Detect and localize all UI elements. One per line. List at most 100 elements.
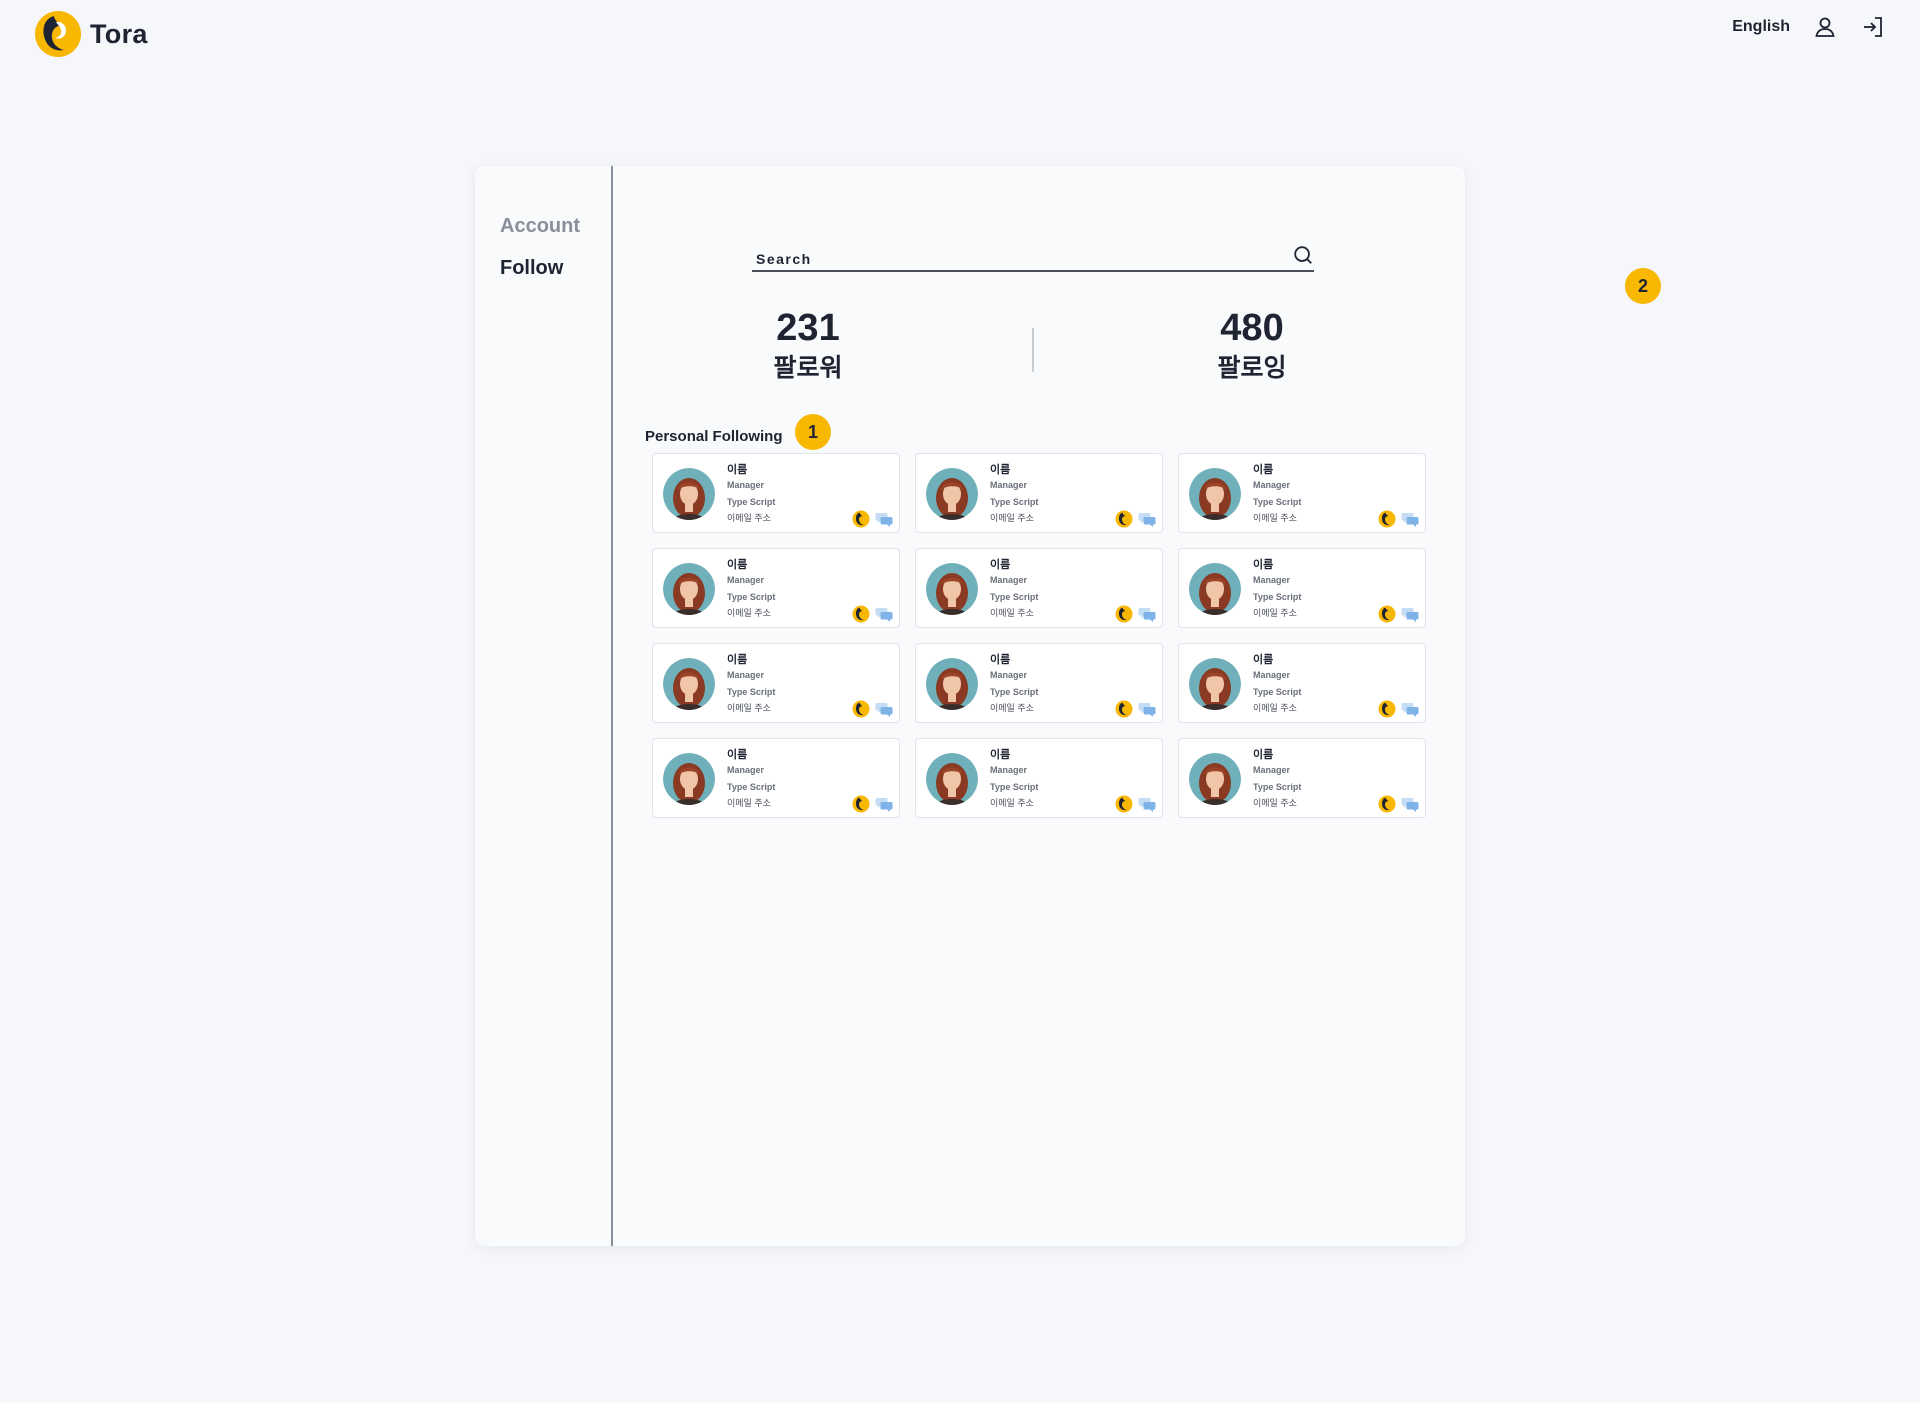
card-name: 이름 — [1253, 749, 1274, 761]
tora-profile-icon[interactable] — [1378, 605, 1396, 623]
card-email: 이메일 주소 — [1253, 703, 1297, 713]
tora-profile-icon[interactable] — [852, 795, 870, 813]
tora-profile-icon[interactable] — [1115, 700, 1133, 718]
chat-icon[interactable] — [875, 700, 893, 718]
annotation-badge-2: 2 — [1625, 268, 1661, 304]
avatar — [1189, 468, 1241, 520]
card-email: 이메일 주소 — [990, 703, 1034, 713]
tora-profile-icon[interactable] — [1115, 605, 1133, 623]
chat-icon[interactable] — [1401, 700, 1419, 718]
user-card[interactable]: 이름 Manager Type Script 이메일 주소 — [915, 738, 1163, 818]
user-card[interactable]: 이름 Manager Type Script 이메일 주소 — [1178, 453, 1426, 533]
sidebar-item-follow[interactable]: Follow — [500, 257, 563, 280]
card-info: 이름 Manager Type Script 이메일 주소 — [990, 558, 1038, 621]
card-name: 이름 — [1253, 559, 1274, 571]
login-icon[interactable] — [1860, 14, 1886, 40]
sidebar-item-account[interactable]: Account — [500, 215, 580, 238]
card-name: 이름 — [727, 559, 748, 571]
card-email: 이메일 주소 — [990, 798, 1034, 808]
following-stat[interactable]: 480 팔로잉 — [1152, 306, 1352, 384]
search-icon[interactable] — [1292, 244, 1314, 266]
user-card[interactable]: 이름 Manager Type Script 이메일 주소 — [1178, 548, 1426, 628]
tora-profile-icon[interactable] — [1378, 700, 1396, 718]
chat-icon[interactable] — [1401, 605, 1419, 623]
user-card[interactable]: 이름 Manager Type Script 이메일 주소 — [652, 548, 900, 628]
top-right-actions: English — [1732, 14, 1886, 40]
card-email: 이메일 주소 — [1253, 608, 1297, 618]
tora-profile-icon[interactable] — [1378, 510, 1396, 528]
card-actions — [852, 510, 893, 528]
card-actions — [852, 700, 893, 718]
chat-icon[interactable] — [1138, 605, 1156, 623]
user-card[interactable]: 이름 Manager Type Script 이메일 주소 — [652, 738, 900, 818]
search-input[interactable] — [752, 236, 1272, 270]
tora-profile-icon[interactable] — [852, 510, 870, 528]
avatar — [663, 468, 715, 520]
stats-divider — [1032, 328, 1034, 372]
card-name: 이름 — [1253, 654, 1274, 666]
card-skill: Type Script — [990, 782, 1039, 792]
tora-profile-icon[interactable] — [1115, 510, 1133, 528]
tora-profile-icon[interactable] — [1378, 795, 1396, 813]
card-skill: Type Script — [727, 592, 776, 602]
chat-icon[interactable] — [1138, 700, 1156, 718]
card-role: Manager — [990, 480, 1028, 490]
chat-icon[interactable] — [875, 605, 893, 623]
tora-profile-icon[interactable] — [1115, 795, 1133, 813]
chat-icon[interactable] — [875, 795, 893, 813]
card-actions — [1115, 700, 1156, 718]
tora-profile-icon[interactable] — [852, 605, 870, 623]
user-card[interactable]: 이름 Manager Type Script 이메일 주소 — [1178, 643, 1426, 723]
card-role: Manager — [727, 575, 765, 585]
card-name: 이름 — [727, 464, 748, 476]
card-info: 이름 Manager Type Script 이메일 주소 — [1253, 558, 1301, 621]
avatar — [926, 468, 978, 520]
card-skill: Type Script — [990, 592, 1039, 602]
following-label: 팔로잉 — [1217, 354, 1287, 382]
card-email: 이메일 주소 — [990, 608, 1034, 618]
card-info: 이름 Manager Type Script 이메일 주소 — [990, 748, 1038, 811]
avatar — [663, 658, 715, 710]
card-actions — [1378, 605, 1419, 623]
section-title: Personal Following — [645, 428, 783, 445]
card-actions — [1115, 510, 1156, 528]
card-email: 이메일 주소 — [727, 513, 771, 523]
card-info: 이름 Manager Type Script 이메일 주소 — [990, 653, 1038, 716]
user-card[interactable]: 이름 Manager Type Script 이메일 주소 — [915, 643, 1163, 723]
user-card[interactable]: 이름 Manager Type Script 이메일 주소 — [915, 453, 1163, 533]
card-actions — [852, 795, 893, 813]
card-name: 이름 — [990, 654, 1011, 666]
avatar — [1189, 658, 1241, 710]
user-card[interactable]: 이름 Manager Type Script 이메일 주소 — [652, 453, 900, 533]
user-card[interactable]: 이름 Manager Type Script 이메일 주소 — [1178, 738, 1426, 818]
card-actions — [1115, 795, 1156, 813]
user-icon[interactable] — [1812, 14, 1838, 40]
card-role: Manager — [727, 765, 765, 775]
card-skill: Type Script — [1253, 592, 1302, 602]
avatar — [1189, 753, 1241, 805]
chat-icon[interactable] — [1138, 795, 1156, 813]
sidebar: Account Follow — [475, 166, 613, 1246]
tora-profile-icon[interactable] — [852, 700, 870, 718]
avatar — [663, 563, 715, 615]
card-name: 이름 — [990, 559, 1011, 571]
card-name: 이름 — [1253, 464, 1274, 476]
chat-icon[interactable] — [1138, 510, 1156, 528]
card-actions — [852, 605, 893, 623]
user-card[interactable]: 이름 Manager Type Script 이메일 주소 — [915, 548, 1163, 628]
card-email: 이메일 주소 — [727, 798, 771, 808]
user-card[interactable]: 이름 Manager Type Script 이메일 주소 — [652, 643, 900, 723]
card-actions — [1378, 795, 1419, 813]
chat-icon[interactable] — [1401, 510, 1419, 528]
card-role: Manager — [1253, 480, 1291, 490]
brand-logo[interactable]: Tora — [34, 10, 148, 58]
card-role: Manager — [727, 480, 765, 490]
card-actions — [1378, 510, 1419, 528]
avatar — [926, 563, 978, 615]
language-selector[interactable]: English — [1732, 18, 1790, 36]
card-skill: Type Script — [1253, 497, 1302, 507]
chat-icon[interactable] — [875, 510, 893, 528]
chat-icon[interactable] — [1401, 795, 1419, 813]
followers-stat[interactable]: 231 팔로워 — [708, 306, 908, 384]
card-role: Manager — [1253, 670, 1291, 680]
